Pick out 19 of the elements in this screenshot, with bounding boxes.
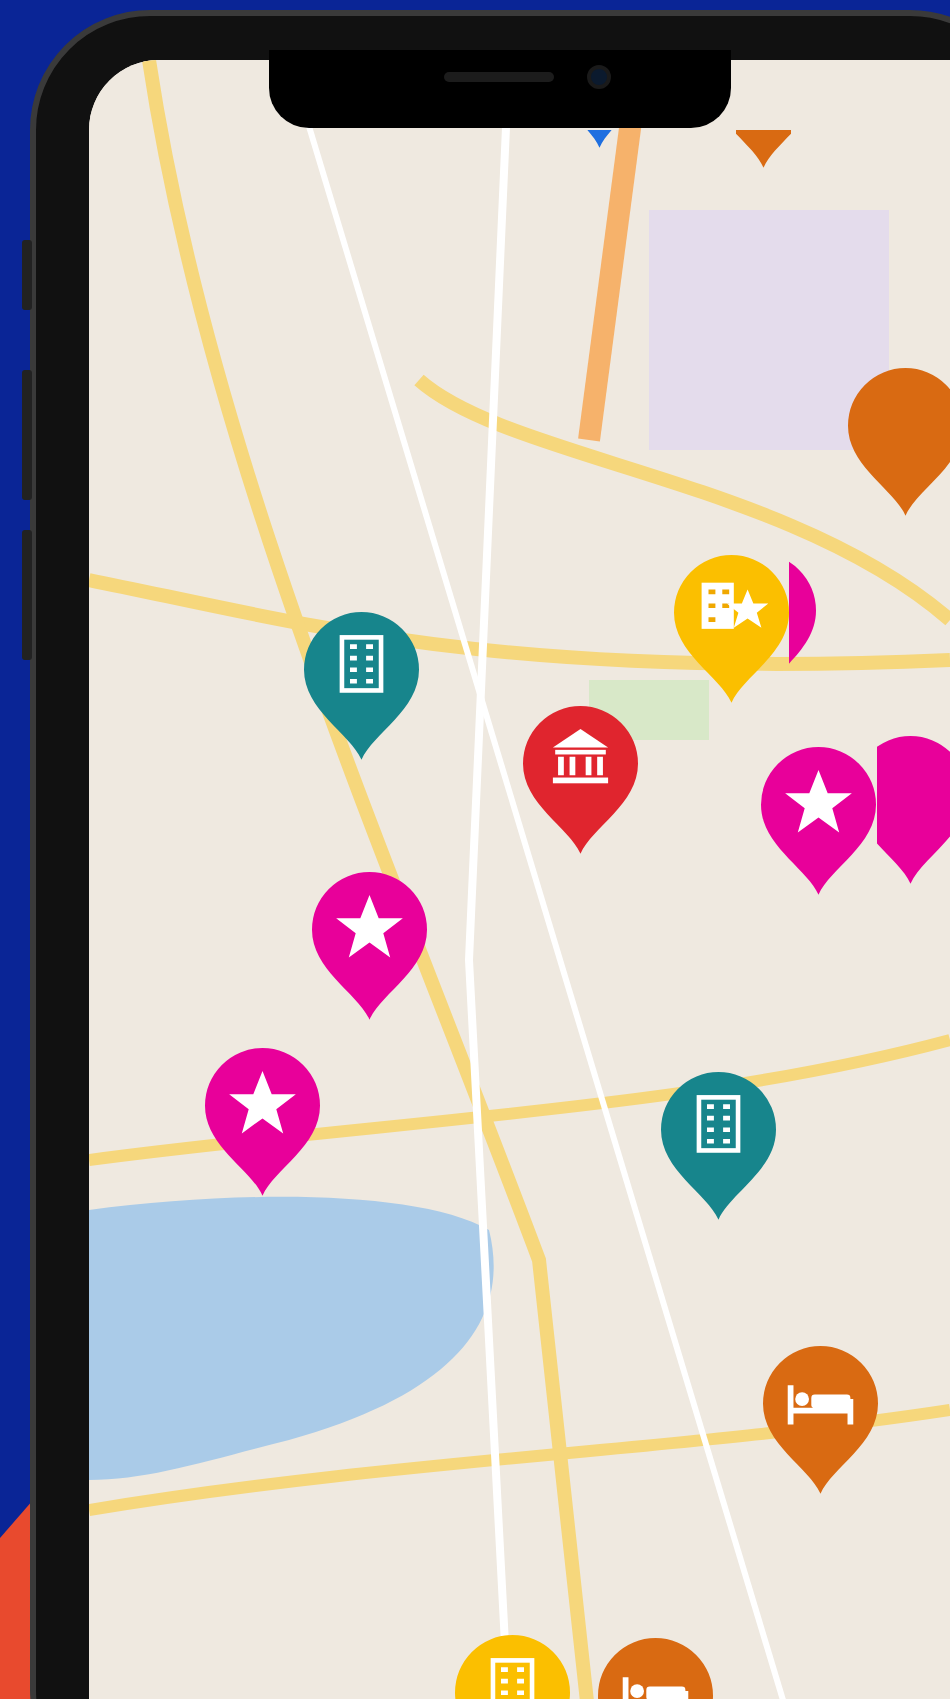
star-icon (785, 770, 852, 833)
star-icon (336, 895, 403, 958)
map-pin[interactable] (523, 706, 638, 856)
bed-icon (622, 1674, 689, 1699)
building-icon (696, 1095, 741, 1153)
building-star-icon (701, 582, 769, 629)
camera-lens (587, 65, 611, 89)
map-pin[interactable] (763, 1346, 878, 1496)
building-icon (490, 1658, 535, 1699)
star-icon (229, 1071, 296, 1134)
map-pin[interactable] (312, 872, 427, 1022)
map-pin[interactable] (205, 1048, 320, 1198)
map-pin[interactable] (877, 736, 950, 886)
map-pin[interactable] (304, 612, 419, 762)
map-pin[interactable] (761, 747, 876, 897)
map-pin[interactable] (661, 1072, 776, 1222)
building-icon (339, 635, 384, 693)
museum-icon (552, 729, 609, 784)
map-pin[interactable] (848, 368, 950, 518)
